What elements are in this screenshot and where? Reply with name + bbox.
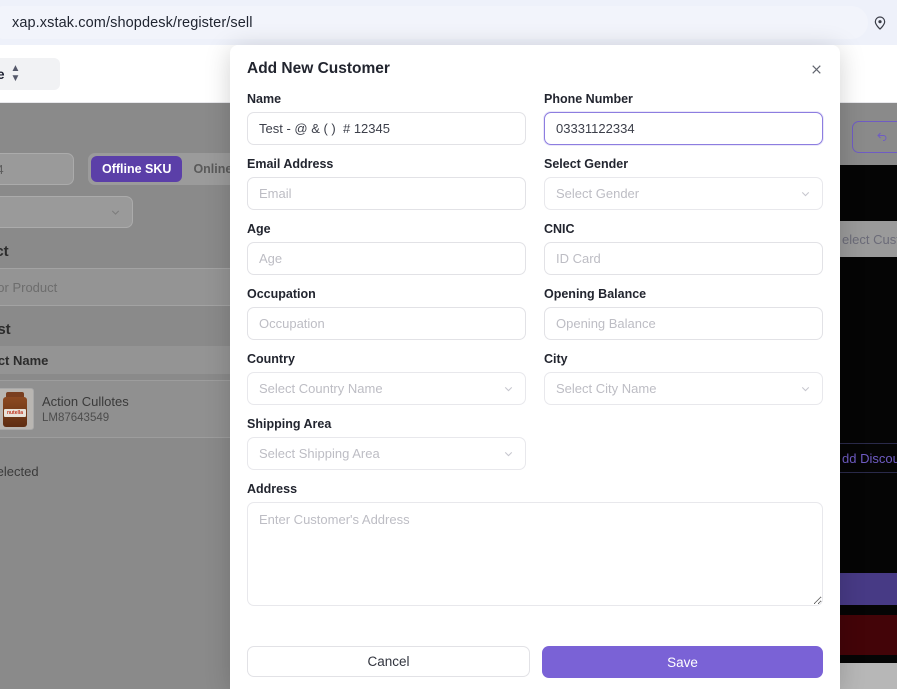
checkout-primary-button[interactable] [840,573,897,605]
product-section-title: roduct [0,243,9,260]
modal-body: Name Phone Number Email Address Select G… [230,92,840,678]
gender-label: Select Gender [544,157,823,171]
list-column-header: oduct Name [0,346,235,374]
bottom-bar [840,663,897,689]
cancel-button[interactable]: Cancel [247,646,530,677]
chevron-down-icon [799,187,812,200]
return-order-button[interactable] [852,121,897,153]
address-textarea[interactable] [247,502,823,606]
field-age: Age [247,222,526,275]
product-name: Action Cullotes [42,394,129,409]
gender-select[interactable]: Select Gender [544,177,823,210]
location-pin-icon[interactable] [869,12,891,34]
email-field[interactable] [247,177,526,210]
product-search-input[interactable]: ch For Product [0,268,235,306]
product-sku: LM87643549 [42,412,129,424]
address-label: Address [247,482,823,496]
select-customer-text: elect Cust [842,232,897,247]
right-column: elect Cust dd Discou [840,103,897,689]
cnic-label: CNIC [544,222,823,236]
city-select-value: Select City Name [556,381,656,396]
modal-actions: Cancel Save [247,646,823,678]
field-gender: Select Gender Select Gender [544,157,823,210]
field-spacer [544,417,823,470]
name-label: Name [247,92,526,106]
sku-toggle-group[interactable]: Offline SKU Online SK [88,153,235,185]
modal-header: Add New Customer [230,45,840,92]
phone-label: Phone Number [544,92,823,106]
city-select[interactable]: Select City Name [544,372,823,405]
field-shipping-area: Shipping Area Select Shipping Area [247,417,526,470]
field-opening-balance: Opening Balance [544,287,823,340]
product-thumbnail: nutella [0,388,34,430]
field-cnic: CNIC [544,222,823,275]
date-filter-value: /09/2024 [0,162,4,177]
column-header-product-name: oduct Name [0,353,48,368]
close-icon[interactable] [804,57,828,81]
gender-select-value: Select Gender [556,186,639,201]
online-sku-button[interactable]: Online SK [182,156,235,182]
country-select-value: Select Country Name [259,381,383,396]
list-item[interactable]: nutella Action Cullotes LM87643549 [0,380,235,438]
email-label: Email Address [247,157,526,171]
url-text[interactable]: xap.xstak.com/shopdesk/register/sell [12,15,253,31]
age-label: Age [247,222,526,236]
filter-select[interactable]: er [0,196,133,228]
chevron-down-icon [799,382,812,395]
app-root: xap.xstak.com/shopdesk/register/sell Of … [0,0,897,689]
browser-url-bar[interactable]: xap.xstak.com/shopdesk/register/sell [0,0,897,45]
shipping-area-select-value: Select Shipping Area [259,446,380,461]
offline-sku-button[interactable]: Offline SKU [91,156,182,182]
field-phone: Phone Number [544,92,823,145]
date-filter-input[interactable]: /09/2024 [0,153,74,185]
sort-arrows-icon: ▲▼ [11,64,21,84]
field-email: Email Address [247,157,526,210]
product-search-placeholder: ch For Product [0,280,57,295]
page-title: Add New Customer [247,60,390,78]
field-city: City Select City Name [544,352,823,405]
product-meta: Action Cullotes LM87643549 [42,394,129,424]
return-arrow-icon [876,131,888,143]
add-discount-text: dd Discou [842,451,897,466]
field-name: Name [247,92,526,145]
country-select[interactable]: Select Country Name [247,372,526,405]
shipping-area-label: Shipping Area [247,417,526,431]
customer-form-grid: Name Phone Number Email Address Select G… [247,92,823,623]
add-discount-button[interactable]: dd Discou [840,443,897,473]
field-occupation: Occupation [247,287,526,340]
age-input[interactable] [247,242,526,275]
cnic-input[interactable] [544,242,823,275]
field-address: Address [247,482,823,611]
name-input[interactable] [247,112,526,145]
field-country: Country Select Country Name [247,352,526,405]
country-label: Country [247,352,526,366]
select-customer-field[interactable]: elect Cust [840,221,897,257]
list-section-title: List [0,321,11,338]
shipping-area-select[interactable]: Select Shipping Area [247,437,526,470]
city-label: City [544,352,823,366]
pos-chip-label: Of Sale [0,67,5,82]
add-new-customer-modal: Add New Customer Name Phone Number Emai [230,45,840,689]
opening-balance-input[interactable] [544,307,823,340]
cancel-order-button[interactable] [840,615,897,655]
opening-balance-label: Opening Balance [544,287,823,301]
point-of-sale-selector[interactable]: Of Sale ▲▼ [0,58,60,90]
chevron-down-icon [502,382,515,395]
save-button[interactable]: Save [542,646,823,678]
chevron-down-icon [502,447,515,460]
occupation-input[interactable] [247,307,526,340]
phone-input[interactable] [544,112,823,145]
left-column: /09/2024 Offline SKU Online SK er roduct… [0,103,235,689]
chevron-down-icon [109,206,122,219]
selected-count-text: Selected [0,464,39,479]
occupation-label: Occupation [247,287,526,301]
jar-brand-text: nutella [5,409,25,417]
